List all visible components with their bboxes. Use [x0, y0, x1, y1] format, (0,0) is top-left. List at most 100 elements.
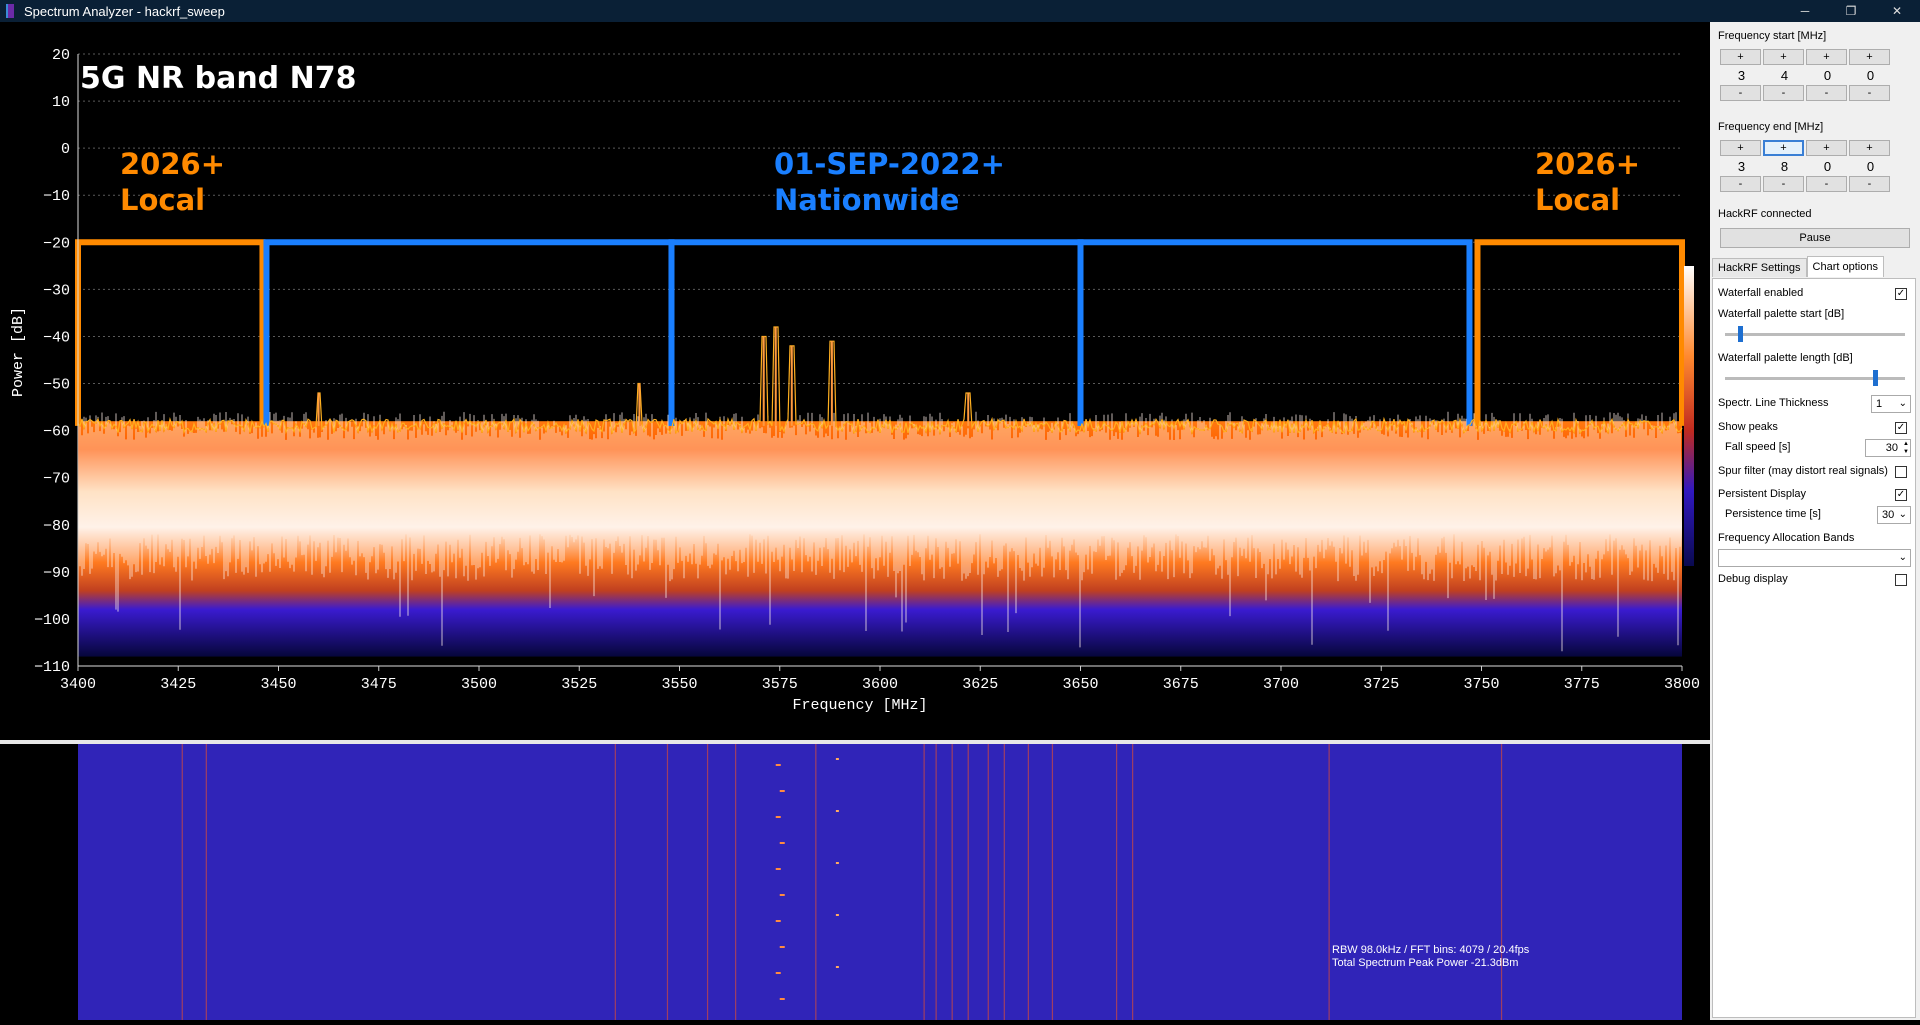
- freq-start-digit-3-plus[interactable]: +: [1806, 49, 1847, 65]
- waterfall-burst: [775, 972, 781, 974]
- waterfall-burst: [835, 758, 839, 760]
- persistent-display-checkbox[interactable]: ✓: [1895, 489, 1907, 501]
- palette-length-slider[interactable]: [1725, 370, 1905, 386]
- spur-filter-checkbox[interactable]: [1895, 466, 1907, 478]
- palette-length-label: Waterfall palette length [dB]: [1718, 352, 1853, 364]
- tab-chart-options[interactable]: Chart options: [1806, 256, 1884, 277]
- allocation-bands-label: Frequency Allocation Bands: [1718, 532, 1855, 544]
- waterfall-svg: [78, 744, 1682, 1020]
- y-tick-label: −80: [43, 518, 70, 535]
- waterfall-burst: [779, 998, 785, 1000]
- freq-end-digit-3-minus[interactable]: -: [1806, 176, 1847, 192]
- line-thickness-combo[interactable]: 1 ⌄: [1871, 395, 1911, 413]
- waterfall-burst: [775, 920, 781, 922]
- tab-hackrf-settings[interactable]: HackRF Settings: [1712, 258, 1807, 277]
- x-tick-label: 3550: [661, 676, 697, 693]
- freq-start-digit-3-minus[interactable]: -: [1806, 85, 1847, 101]
- allocation-band: [1077, 239, 1473, 426]
- freq-end-digit-4-plus[interactable]: +: [1849, 140, 1890, 156]
- freq-start-digit-2-plus[interactable]: +: [1763, 49, 1804, 65]
- y-tick-label: −30: [43, 282, 70, 299]
- persistence-time-label: Persistence time [s]: [1725, 508, 1821, 520]
- y-tick-label: 0: [61, 141, 70, 158]
- waterfall-burst: [775, 816, 781, 818]
- y-tick-label: −20: [43, 235, 70, 252]
- waterfall-burst: [775, 868, 781, 870]
- pause-button[interactable]: Pause: [1720, 228, 1910, 248]
- chevron-down-icon: ⌄: [1898, 398, 1907, 409]
- freq-end-digit-4-minus[interactable]: -: [1849, 176, 1890, 192]
- x-tick-label: 3650: [1062, 676, 1098, 693]
- peak-power-info: Total Spectrum Peak Power -21.3dBm: [1332, 957, 1519, 969]
- waterfall-enabled-label: Waterfall enabled: [1718, 287, 1804, 299]
- freq-end-digit-3-plus[interactable]: +: [1806, 140, 1847, 156]
- allocation-bands-combo[interactable]: ⌄: [1718, 549, 1911, 567]
- debug-display-checkbox[interactable]: [1895, 574, 1907, 586]
- y-tick-label: −50: [43, 377, 70, 394]
- freq-start-digit-4-minus[interactable]: -: [1849, 85, 1890, 101]
- persistence-time-combo[interactable]: 30 ⌄: [1877, 506, 1911, 524]
- annotation-right-year: 2026+: [1535, 147, 1640, 181]
- x-tick-label: 3675: [1163, 676, 1199, 693]
- freq-end-digit-4: 0: [1866, 158, 1875, 174]
- freq-end-digit-2-minus[interactable]: -: [1763, 176, 1804, 192]
- x-tick-label: 3400: [60, 676, 96, 693]
- allocation-band: [1474, 239, 1685, 426]
- palette-start-slider[interactable]: [1725, 326, 1905, 342]
- fall-speed-spinbox[interactable]: 30 ▲ ▼: [1865, 439, 1911, 457]
- freq-end-digit-3: 0: [1823, 158, 1832, 174]
- waterfall-burst: [779, 946, 785, 948]
- annotation-center-date: 01-SEP-2022+: [774, 147, 1005, 181]
- connection-status: HackRF connected: [1718, 208, 1812, 220]
- title-bar: Spectrum Analyzer - hackrf_sweep ─ ❐ ✕: [0, 0, 1920, 22]
- waterfall-info: RBW 98.0kHz / FFT bins: 4079 / 20.4fps T…: [1332, 944, 1529, 970]
- fall-speed-value: 30: [1885, 442, 1898, 454]
- y-tick-label: −40: [43, 329, 70, 346]
- x-tick-label: 3700: [1263, 676, 1299, 693]
- freq-start-digit-4-plus[interactable]: +: [1849, 49, 1890, 65]
- palette-bar: [1684, 266, 1694, 566]
- freq-end-digit-1-minus[interactable]: -: [1720, 176, 1761, 192]
- waterfall-burst: [835, 914, 839, 916]
- waterfall-burst: [775, 764, 781, 766]
- spectrum-plot[interactable]: 20 10 0 −10 −20 −30 −40 −50 −60 −70 −80 −90 −100 −110…: [0, 22, 1710, 740]
- waterfall-enabled-checkbox[interactable]: ✓: [1895, 288, 1907, 300]
- freq-end-digit-1-plus[interactable]: +: [1720, 140, 1761, 156]
- freq-start-digit-2-minus[interactable]: -: [1763, 85, 1804, 101]
- y-tick-label: −70: [43, 471, 70, 488]
- show-peaks-checkbox[interactable]: ✓: [1895, 422, 1907, 434]
- close-button[interactable]: ✕: [1874, 0, 1920, 22]
- x-tick-label: 3450: [260, 676, 296, 693]
- x-tick-label: 3725: [1363, 676, 1399, 693]
- annotation-left-year: 2026+: [120, 147, 225, 181]
- freq-start-digit-1-plus[interactable]: +: [1720, 49, 1761, 65]
- x-tick-label: 3575: [762, 676, 798, 693]
- x-tick-label: 3625: [962, 676, 998, 693]
- freq-start-digit-1-minus[interactable]: -: [1720, 85, 1761, 101]
- allocation-band: [263, 239, 675, 426]
- waterfall-burst: [835, 862, 839, 864]
- control-panel: Frequency start [MHz] + + + + 3 4 0 0 - …: [1710, 22, 1920, 1020]
- show-peaks-label: Show peaks: [1718, 421, 1778, 433]
- palette-length-slider-handle[interactable]: [1872, 370, 1878, 386]
- y-axis-label: Power [dB]: [10, 307, 27, 397]
- palette-start-slider-handle[interactable]: [1737, 326, 1743, 342]
- restore-button[interactable]: ❐: [1828, 0, 1874, 22]
- chevron-down-icon: ⌄: [1898, 509, 1907, 520]
- x-tick-label: 3775: [1564, 676, 1600, 693]
- chart-options-pane: Waterfall enabled ✓ Waterfall palette st…: [1712, 278, 1916, 1018]
- x-tick-label: 3600: [862, 676, 898, 693]
- settings-tabs: HackRF Settings Chart options: [1712, 256, 1884, 277]
- y-tick-label: −10: [43, 188, 70, 205]
- annotation-right-scope: Local: [1535, 183, 1620, 217]
- freq-start-digit-1: 3: [1737, 67, 1746, 83]
- y-tick-label: −90: [43, 565, 70, 582]
- chevron-down-icon: ⌄: [1898, 552, 1907, 563]
- freq-end-digit-2-plus[interactable]: +: [1763, 140, 1804, 156]
- freq-end-label: Frequency end [MHz]: [1718, 121, 1824, 133]
- minimize-button[interactable]: ─: [1782, 0, 1828, 22]
- palette-start-label: Waterfall palette start [dB]: [1718, 308, 1845, 320]
- freq-start-digit-3: 0: [1823, 67, 1832, 83]
- spin-arrows-icon[interactable]: ▲ ▼: [1903, 440, 1909, 456]
- annotation-left-scope: Local: [120, 183, 205, 217]
